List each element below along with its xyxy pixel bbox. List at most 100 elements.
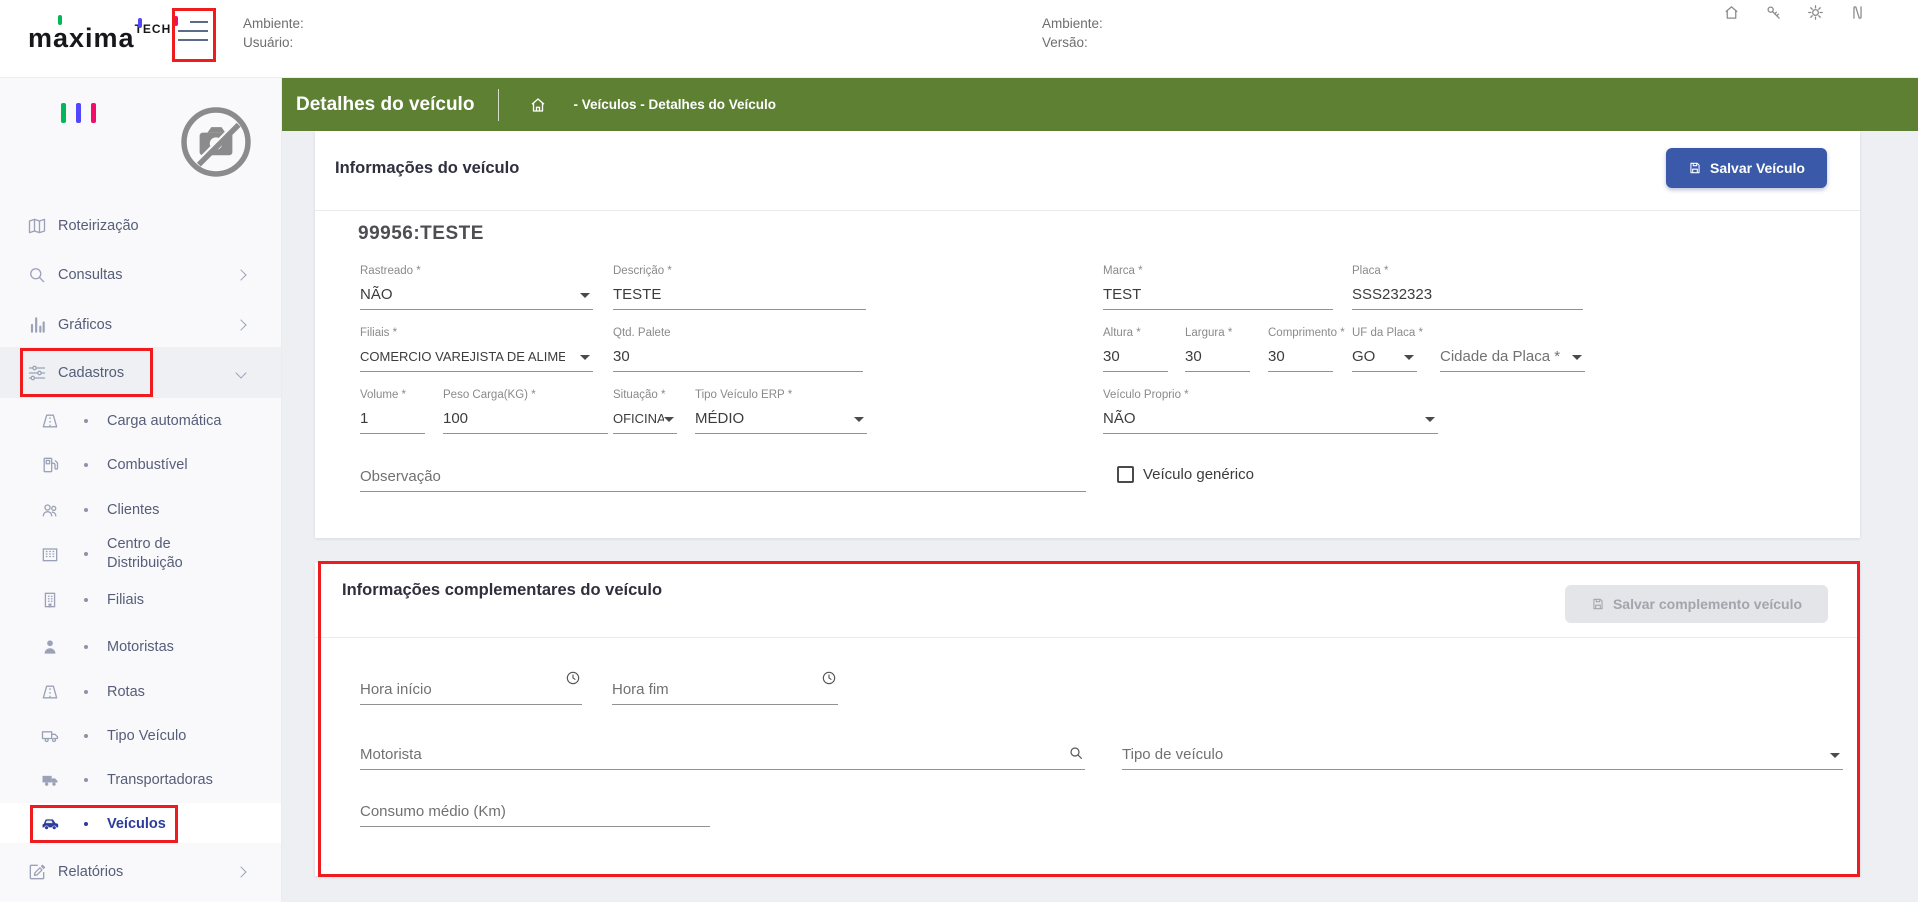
versao-label: Versão:: [1042, 33, 1103, 52]
home-icon[interactable]: [1723, 4, 1740, 21]
checkbox-icon: [1117, 466, 1134, 483]
salvar-complemento-button[interactable]: Salvar complemento veículo: [1565, 585, 1828, 623]
topbar: maximaTECH Ambiente: Usuário: Ambiente: …: [0, 0, 1918, 78]
search-icon: [27, 265, 47, 285]
caret-down-icon: [580, 293, 590, 298]
environment-info-right: Ambiente: Versão:: [1042, 14, 1103, 52]
people-icon: [40, 500, 60, 520]
sidebar-item-centro-distribuicao[interactable]: Centro de Distribuição: [0, 530, 281, 578]
hora-fim-input[interactable]: Hora fim: [612, 660, 838, 705]
cidade-placa-select[interactable]: Cidade da Placa *: [1440, 327, 1585, 372]
sidebar-item-combustivel[interactable]: Combustível: [0, 448, 281, 482]
caret-down-icon: [1425, 417, 1435, 422]
tipo-veiculo-erp-select[interactable]: Tipo Veículo ERP * MÉDIO: [695, 389, 867, 434]
topbar-icons: [1723, 4, 1866, 21]
divider: [315, 637, 1860, 638]
breadcrumb-home-icon[interactable]: [529, 96, 547, 114]
veiculo-generico-checkbox[interactable]: Veículo genérico: [1117, 466, 1254, 483]
sidebar-item-graficos[interactable]: Gráficos: [0, 308, 281, 342]
report-icon: [27, 862, 47, 882]
qtd-palete-input[interactable]: Qtd. Palete 30: [613, 327, 863, 372]
altura-input[interactable]: Altura * 30: [1103, 327, 1168, 372]
sidebar-item-rotas[interactable]: Rotas: [0, 675, 281, 709]
car-icon: [40, 814, 60, 834]
chevron-right-icon: [235, 319, 246, 330]
complementary-info-card: Informações complementares do veículo Sa…: [315, 563, 1860, 876]
motorista-search-input[interactable]: Motorista: [360, 725, 1085, 770]
logo-accent-green: [58, 15, 62, 25]
vehicle-code: 99956:TESTE: [358, 223, 484, 245]
marca-input[interactable]: Marca * TEST: [1103, 265, 1333, 310]
road-icon: [40, 411, 60, 431]
road-icon: [40, 682, 60, 702]
logo-accent-blue: [138, 18, 142, 28]
ambiente-label: Ambiente:: [243, 14, 304, 33]
tipo-de-veiculo-select[interactable]: Tipo de veículo: [1122, 725, 1843, 770]
sidebar-item-motoristas[interactable]: Motoristas: [0, 630, 281, 664]
truck-filled-icon: [40, 770, 60, 790]
rastreado-select[interactable]: Rastreado * NÃO: [360, 265, 593, 310]
usuario-label: Usuário:: [243, 33, 304, 52]
comprimento-input[interactable]: Comprimento * 30: [1268, 327, 1333, 372]
caret-down-icon: [854, 417, 864, 422]
salvar-veiculo-button[interactable]: Salvar Veículo: [1666, 148, 1827, 188]
person-icon: [40, 637, 60, 657]
save-icon: [1591, 597, 1605, 611]
caret-down-icon: [664, 417, 674, 422]
collapsed-logo-icon: [61, 103, 96, 123]
caret-down-icon: [1404, 355, 1414, 360]
uf-placa-select[interactable]: UF da Placa * GO: [1352, 327, 1417, 372]
header-divider: [498, 89, 499, 121]
search-icon[interactable]: [1068, 745, 1084, 761]
screen: maximaTECH Ambiente: Usuário: Ambiente: …: [0, 0, 1918, 902]
volume-input[interactable]: Volume * 1: [360, 389, 425, 434]
brand-logo[interactable]: maximaTECH: [28, 22, 171, 54]
sliders-icon: [27, 363, 47, 383]
breadcrumb: - Veículos - Detalhes do Veículo: [573, 97, 776, 112]
sidebar-item-roteirizacao[interactable]: Roteirização: [0, 209, 281, 243]
caret-down-icon: [1830, 753, 1840, 758]
sidebar-item-clientes[interactable]: Clientes: [0, 493, 281, 527]
vehicle-info-card: Informações do veículo Salvar Veículo 99…: [315, 131, 1860, 538]
fuel-pump-icon: [40, 455, 60, 475]
key-icon[interactable]: [1765, 4, 1782, 21]
peso-carga-input[interactable]: Peso Carga(KG) * 100: [443, 389, 608, 434]
sidebar-item-relatorios[interactable]: Relatórios: [0, 855, 281, 889]
clock-icon[interactable]: [821, 670, 837, 686]
save-icon: [1688, 161, 1702, 175]
filiais-select[interactable]: Filiais * COMERCIO VAREJISTA DE ALIMENTO…: [360, 327, 593, 372]
sidebar-item-tipo-veiculo[interactable]: Tipo Veículo: [0, 719, 281, 753]
chevron-right-icon: [235, 866, 246, 877]
sidebar-item-veiculos[interactable]: Veículos: [0, 807, 281, 841]
sidebar-item-consultas[interactable]: Consultas: [0, 258, 281, 292]
caret-down-icon: [1572, 355, 1582, 360]
placa-input[interactable]: Placa * SSS232323: [1352, 265, 1583, 310]
bar-chart-icon: [27, 315, 47, 335]
sidebar-item-filiais[interactable]: Filiais: [0, 583, 281, 617]
divider: [315, 210, 1860, 211]
brand-name: maxima: [28, 23, 135, 53]
largura-input[interactable]: Largura * 30: [1185, 327, 1250, 372]
caret-down-icon: [580, 355, 590, 360]
clock-icon[interactable]: [565, 670, 581, 686]
observacao-input[interactable]: Observação: [360, 447, 1086, 492]
sidebar-item-carga-automatica[interactable]: Carga automática: [0, 404, 281, 438]
vehicle-info-title: Informações do veículo: [335, 159, 519, 178]
veiculo-proprio-select[interactable]: Veículo Proprio * NÃO: [1103, 389, 1438, 434]
menu-toggle-icon[interactable]: [178, 21, 208, 47]
nfe-icon[interactable]: [1849, 4, 1866, 21]
main-content: Detalhes do veículo - Veículos - Detalhe…: [282, 78, 1918, 902]
ambiente-label-2: Ambiente:: [1042, 14, 1103, 33]
hora-inicio-input[interactable]: Hora início: [360, 660, 582, 705]
gear-icon[interactable]: [1807, 4, 1824, 21]
situacao-select[interactable]: Situação * OFICINA: [613, 389, 677, 434]
no-photo-avatar-icon: [177, 103, 255, 181]
truck-outline-icon: [40, 726, 60, 746]
building-icon: [40, 590, 60, 610]
complementary-info-title: Informações complementares do veículo: [342, 581, 662, 600]
sidebar-item-cadastros[interactable]: Cadastros: [0, 356, 281, 390]
consumo-medio-input[interactable]: Consumo médio (Km): [360, 782, 710, 827]
descricao-input[interactable]: Descrição * TESTE: [613, 265, 866, 310]
environment-info-left: Ambiente: Usuário:: [243, 14, 304, 52]
sidebar-item-transportadoras[interactable]: Transportadoras: [0, 763, 281, 797]
